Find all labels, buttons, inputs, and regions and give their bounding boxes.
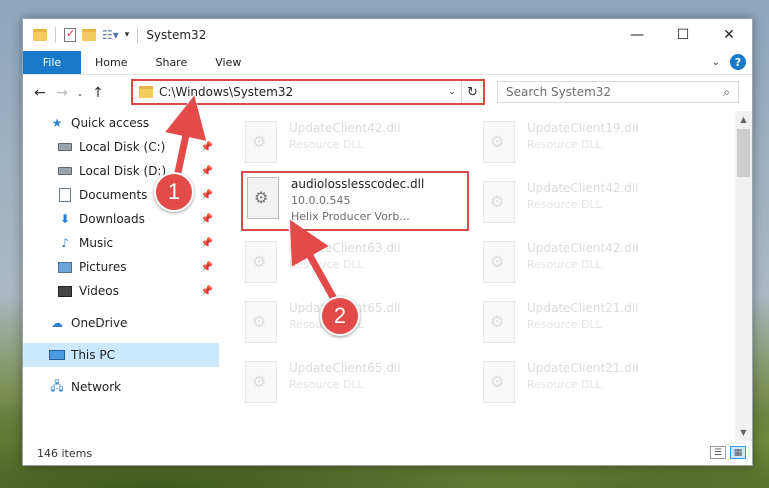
step-1-badge: 1 (154, 172, 194, 212)
annotation-arrows (165, 95, 344, 312)
arrow-2 (289, 219, 342, 308)
step-2-badge: 2 (320, 296, 360, 336)
